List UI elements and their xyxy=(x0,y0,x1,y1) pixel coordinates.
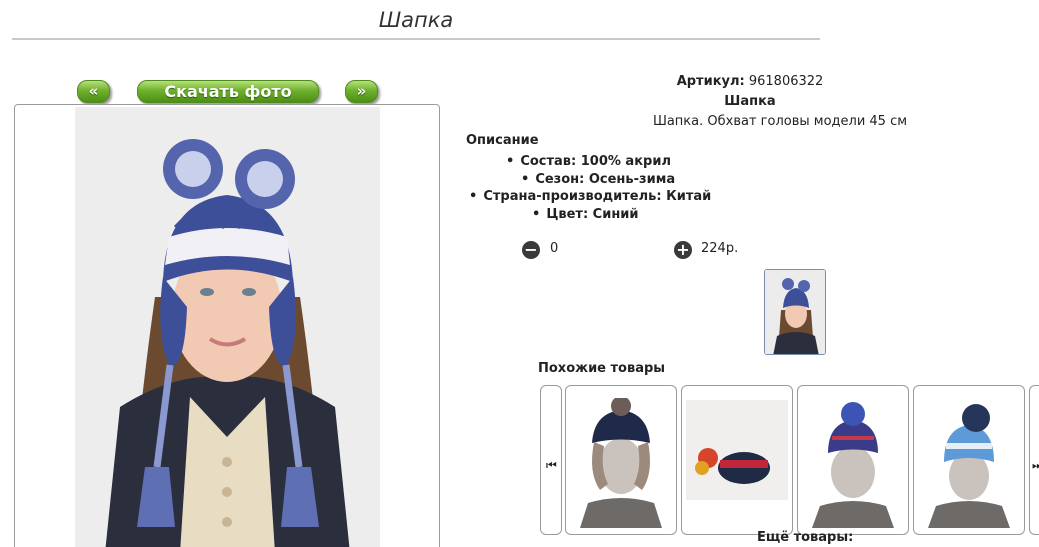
similar-product-image xyxy=(570,398,672,528)
plus-circle-icon[interactable]: + xyxy=(674,241,692,259)
property-item: Сезон: Осень-зима xyxy=(521,172,675,187)
product-name: Шапка xyxy=(724,94,776,109)
main-photo-frame xyxy=(14,104,440,547)
main-product-photo[interactable] xyxy=(75,107,380,547)
quantity-value: 0 xyxy=(550,241,559,256)
more-products-label: Ещё товары: xyxy=(757,530,854,545)
carousel-prev-button[interactable]: ⏮ xyxy=(540,385,562,535)
description-heading: Описание xyxy=(466,133,539,148)
similar-products-heading: Похожие товары xyxy=(538,361,666,376)
similar-product-card[interactable] xyxy=(913,385,1025,535)
similar-product-image xyxy=(918,398,1020,528)
similar-product-card[interactable] xyxy=(565,385,677,535)
prev-photo-button[interactable]: « xyxy=(77,80,110,103)
property-item: Цвет: Синий xyxy=(532,207,638,222)
download-photo-button[interactable]: Скачать фото xyxy=(137,80,319,103)
photo-thumbnail[interactable] xyxy=(764,269,826,355)
carousel-next-button[interactable]: ⏭ xyxy=(1029,385,1039,535)
skip-forward-icon: ⏭ xyxy=(1032,458,1039,472)
property-item: Страна-производитель: Китай xyxy=(469,189,711,204)
product-sku: Артикул: 961806322 xyxy=(600,74,900,89)
skip-back-icon: ⏮ xyxy=(546,458,557,472)
similar-product-card[interactable] xyxy=(797,385,909,535)
similar-product-image xyxy=(686,398,788,528)
sku-label: Артикул: xyxy=(676,74,745,89)
similar-product-card[interactable] xyxy=(681,385,793,535)
similar-product-image xyxy=(802,398,904,528)
next-photo-button[interactable]: » xyxy=(345,80,378,103)
page-title: Шапка xyxy=(378,8,454,32)
price-value: 224р. xyxy=(701,241,739,256)
minus-circle-icon[interactable]: − xyxy=(522,241,540,259)
product-short-description: Шапка. Обхват головы модели 45 см xyxy=(652,114,908,129)
property-item: Состав: 100% акрил xyxy=(506,154,671,169)
title-divider xyxy=(12,38,820,40)
sku-value: 961806322 xyxy=(748,74,824,89)
